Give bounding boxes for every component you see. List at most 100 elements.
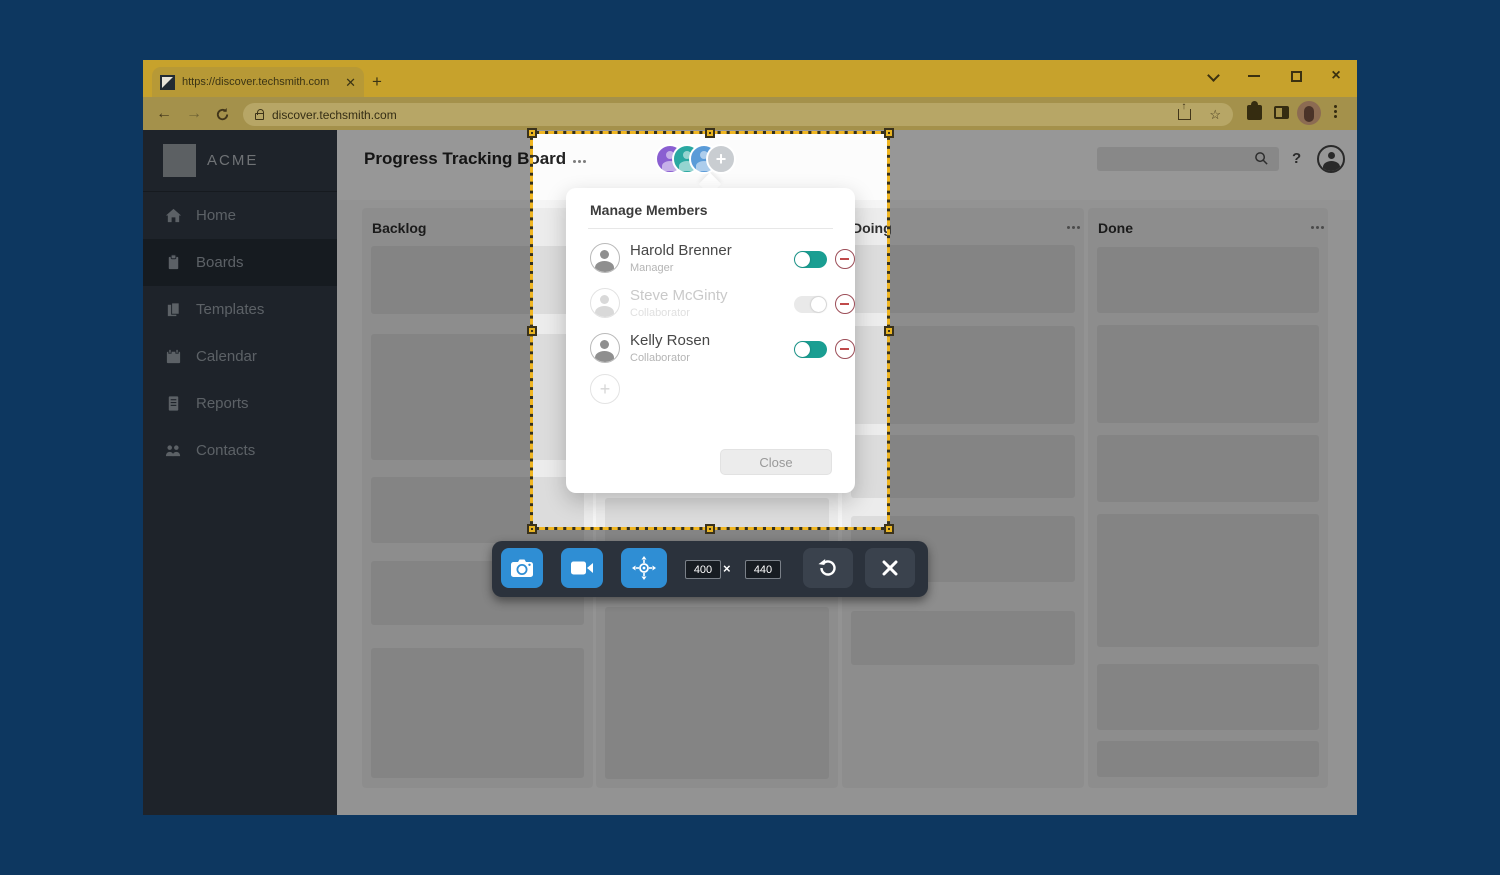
lock-icon: [255, 108, 264, 120]
brand-name: ACME: [207, 152, 259, 169]
calendar-icon: [166, 348, 181, 364]
capture-height-input[interactable]: [745, 560, 781, 579]
brand-block: ACME: [143, 130, 337, 192]
card-placeholder[interactable]: [1097, 514, 1319, 647]
selection-handle-sw[interactable]: [527, 524, 537, 534]
card-placeholder[interactable]: [851, 611, 1075, 665]
cancel-capture-button[interactable]: [865, 548, 915, 588]
tab-close-icon[interactable]: ✕: [345, 76, 356, 89]
divider: [588, 228, 833, 229]
address-bar[interactable]: discover.techsmith.com ☆: [243, 101, 1233, 126]
card-placeholder[interactable]: [371, 246, 584, 314]
video-icon: [571, 561, 593, 575]
window-close-icon[interactable]: ×: [1323, 65, 1349, 87]
window-chevron-icon[interactable]: [1201, 65, 1227, 87]
card-placeholder[interactable]: [371, 477, 584, 543]
card-placeholder[interactable]: [605, 607, 829, 779]
card-placeholder[interactable]: [371, 648, 584, 778]
add-member-avatar-button[interactable]: +: [706, 144, 736, 174]
card-placeholder[interactable]: [1097, 664, 1319, 730]
board-menu-icon[interactable]: [573, 160, 586, 163]
member-toggle[interactable]: [794, 296, 827, 313]
remove-member-icon[interactable]: [835, 294, 855, 314]
browser-tab[interactable]: https://discover.techsmith.com ✕: [152, 67, 364, 97]
move-selection-button[interactable]: [621, 548, 667, 588]
person-icon: [590, 243, 620, 273]
card-placeholder[interactable]: [1097, 325, 1319, 423]
add-member-icon[interactable]: +: [590, 374, 620, 404]
new-tab-button[interactable]: +: [372, 72, 382, 92]
card-placeholder[interactable]: [1097, 435, 1319, 502]
member-row: Harold Brenner Manager: [590, 240, 855, 282]
user-avatar-icon[interactable]: [1317, 145, 1345, 173]
sidebar-item-calendar[interactable]: Calendar: [143, 333, 337, 380]
search-icon[interactable]: [1254, 151, 1269, 171]
sidebar-item-templates[interactable]: Templates: [143, 286, 337, 333]
card-placeholder[interactable]: [1097, 741, 1319, 777]
restart-icon: [818, 559, 836, 576]
image-capture-button[interactable]: [501, 548, 543, 588]
remove-member-icon[interactable]: [835, 249, 855, 269]
selection-handle-ne[interactable]: [884, 128, 894, 138]
selection-handle-e[interactable]: [884, 326, 894, 336]
cancel-x-icon: [882, 560, 898, 576]
window-minimize-icon[interactable]: [1241, 65, 1267, 87]
selection-handle-se[interactable]: [884, 524, 894, 534]
desktop: https://discover.techsmith.com ✕ + × ← →…: [0, 0, 1500, 875]
card-placeholder[interactable]: [371, 334, 584, 460]
extensions-icon[interactable]: [1247, 101, 1262, 120]
member-toggle[interactable]: [794, 341, 827, 358]
video-capture-button[interactable]: [561, 548, 603, 588]
card-placeholder[interactable]: [851, 435, 1075, 498]
browser-menu-icon[interactable]: [1334, 105, 1337, 108]
capture-width-input[interactable]: [685, 560, 721, 579]
sidebar-item-contacts[interactable]: Contacts: [143, 427, 337, 474]
acme-logo: [163, 144, 196, 177]
tab-title: https://discover.techsmith.com: [182, 76, 330, 88]
remove-member-icon[interactable]: [835, 339, 855, 359]
sidebar-item-boards[interactable]: Boards: [143, 239, 337, 286]
card-placeholder[interactable]: [1097, 247, 1319, 313]
sidebar-item-reports[interactable]: Reports: [143, 380, 337, 427]
refresh-icon[interactable]: [210, 102, 234, 126]
boards-icon: [168, 254, 179, 270]
profile-avatar[interactable]: [1297, 101, 1321, 125]
sidebar-item-home[interactable]: Home: [143, 192, 337, 239]
column-done: Done: [1088, 208, 1328, 788]
site-favicon-icon: [160, 74, 175, 90]
restart-capture-button[interactable]: [803, 548, 853, 588]
column-menu-icon[interactable]: [1067, 226, 1080, 229]
back-icon[interactable]: ←: [152, 102, 176, 126]
share-icon[interactable]: [1178, 101, 1192, 120]
camera-icon: [511, 559, 533, 577]
selection-handle-s[interactable]: [705, 524, 715, 534]
person-icon: [590, 333, 620, 363]
forward-icon[interactable]: →: [182, 102, 206, 126]
column-title: Doing: [852, 220, 892, 236]
card-placeholder[interactable]: [851, 326, 1075, 424]
window-maximize-icon[interactable]: [1283, 65, 1309, 87]
column-menu-icon[interactable]: [1311, 226, 1324, 229]
home-icon: [165, 208, 182, 223]
app-sidebar: ACME Home Boards Templates Calendar Repo…: [143, 130, 337, 815]
move-crosshair-icon: [632, 556, 656, 580]
card-placeholder[interactable]: [851, 245, 1075, 313]
capture-toolbar: ×: [492, 541, 928, 597]
side-panel-icon[interactable]: [1274, 106, 1289, 119]
column-backlog: Backlog: [362, 208, 593, 788]
dimensions-times-label: ×: [723, 561, 731, 576]
help-icon[interactable]: ?: [1292, 150, 1301, 167]
selection-handle-w[interactable]: [527, 326, 537, 336]
search-input[interactable]: [1097, 147, 1279, 171]
reports-icon: [168, 396, 179, 411]
bookmark-star-icon[interactable]: ☆: [1209, 107, 1221, 123]
close-button[interactable]: Close: [720, 449, 832, 475]
selection-handle-n[interactable]: [705, 128, 715, 138]
contacts-icon: [165, 445, 181, 457]
person-icon: [590, 288, 620, 318]
selection-handle-nw[interactable]: [527, 128, 537, 138]
column-title: Done: [1098, 220, 1133, 236]
column-doing: Doing: [842, 208, 1084, 788]
member-toggle[interactable]: [794, 251, 827, 268]
column-title: Backlog: [372, 220, 427, 236]
